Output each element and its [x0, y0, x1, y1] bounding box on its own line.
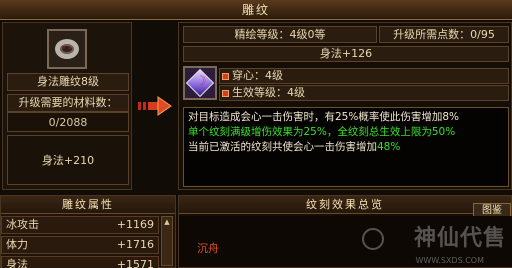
materials-label: 升级需要的材料数：: [7, 94, 129, 112]
description-prefix: 当前已激活的纹刻共使会心一击伤害增加: [188, 141, 377, 153]
property-row[interactable]: 身法 +1571: [1, 256, 159, 268]
ring-rune-mark: [68, 47, 71, 50]
attribute-label: 穿心：4级: [232, 69, 283, 82]
upgrade-points: 升级所需点数：0/95: [379, 26, 509, 43]
upgrade-details-panel: 精绘等级：4级0等 升级所需点数：0/95 身法+126 ☽ 穿心：4级 生效等…: [178, 22, 512, 190]
scroll-up-icon[interactable]: ▲: [163, 218, 171, 226]
current-bonus: 身法+210: [7, 135, 129, 185]
description-line: 单个纹刻满级增伤效果为25%，全纹刻总生效上限为50%: [188, 126, 456, 138]
property-name: 体力: [6, 238, 28, 251]
scrollbar[interactable]: ▲: [161, 216, 173, 266]
engraving-properties-panel: 雕纹属性 冰攻击 +1169 体力 +1716 身法 +1571 ▲: [0, 195, 176, 268]
ring-rune-mark: [62, 46, 65, 49]
bullet-icon: [222, 89, 229, 97]
gem-slot[interactable]: ☽: [183, 66, 217, 100]
property-value: +1169: [116, 218, 154, 231]
property-name: 身法: [6, 258, 28, 268]
property-row[interactable]: 冰攻击 +1169: [1, 216, 159, 234]
effect-item[interactable]: 沉舟: [197, 240, 219, 256]
property-value: +1716: [116, 238, 154, 251]
attribute-row: 生效等级：4级: [219, 85, 509, 101]
watermark-url: WWW.SXDS.COM: [415, 256, 484, 265]
properties-title: 雕纹属性: [1, 196, 175, 214]
description-line: 对目标造成会心一击伤害时，有25%概率使此伤害增加8%: [188, 111, 459, 123]
effect-description: 对目标造成会心一击伤害时，有25%概率使此伤害增加8% 单个纹刻满级增伤效果为2…: [183, 107, 509, 187]
window-title: 雕纹: [0, 0, 512, 20]
description-value: 48%: [377, 141, 401, 153]
property-row[interactable]: 体力 +1716: [1, 236, 159, 254]
refine-level: 精绘等级：4级0等: [183, 26, 377, 43]
description-line: 当前已激活的纹刻共使会心一击伤害增加48%: [188, 140, 504, 155]
item-slot[interactable]: [47, 29, 87, 69]
attribute-label: 生效等级：4级: [232, 86, 305, 99]
effects-title: 纹刻效果总览: [179, 196, 511, 214]
ring-icon: [55, 39, 79, 59]
item-name: 身法雕纹8级: [7, 73, 129, 91]
gem-rune-icon: ☽: [195, 74, 207, 89]
property-name: 冰攻击: [6, 218, 39, 231]
next-bonus: 身法+126: [183, 46, 509, 62]
bullet-icon: [222, 72, 229, 80]
attribute-row: 穿心：4级: [219, 68, 509, 84]
upgrade-arrow-icon: [138, 96, 172, 116]
property-value: +1571: [116, 258, 154, 268]
watermark: 神仙代售: [413, 226, 506, 251]
engraving-item-panel: 身法雕纹8级 升级需要的材料数： 0/2088 身法+210: [2, 22, 132, 190]
engraving-window: 雕纹 身法雕纹8级 升级需要的材料数： 0/2088 身法+210 精绘等级：4…: [0, 0, 512, 268]
materials-value: 0/2088: [7, 112, 129, 132]
watermark-logo-icon: [362, 228, 384, 250]
